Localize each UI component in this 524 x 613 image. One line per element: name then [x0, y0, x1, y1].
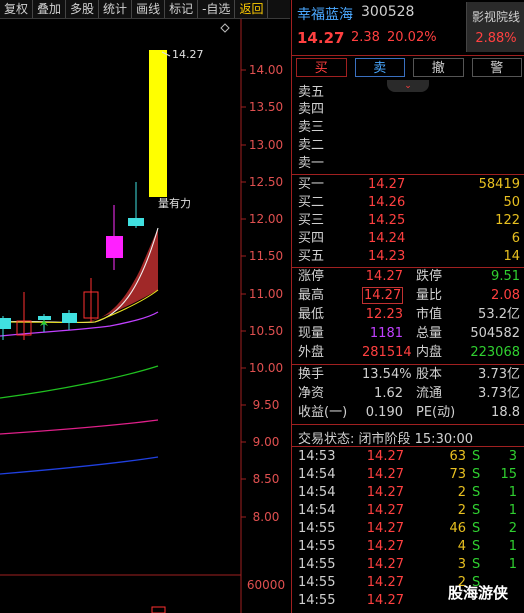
bid-row[interactable]: 买五 14.23 14 [292, 248, 524, 265]
volume-note-label: 量有力 [158, 197, 191, 210]
price-axis-label: 9.00 [252, 435, 280, 449]
ask-row: 卖四 [298, 102, 325, 117]
price-axis-label: 12.00 [248, 212, 284, 226]
price-axis-label: 12.50 [248, 175, 284, 189]
ma-line-green [0, 365, 159, 399]
trade-buttons: 买 卖 撤 警 [296, 58, 522, 78]
high-price-label: 14.27 [172, 48, 204, 61]
bid-row[interactable]: 买二 14.26 50 [292, 194, 524, 211]
tick-row: 14:55 14.27 3 S 1 [298, 557, 517, 572]
price-axis-label: 11.50 [248, 249, 284, 263]
ma-line-blue [0, 456, 159, 475]
high-price-box: 14.27 [362, 287, 404, 304]
divider [292, 174, 524, 175]
alert-button[interactable]: 警 [471, 58, 522, 77]
bid-row[interactable]: 买四 14.24 6 [292, 230, 524, 247]
price-axis-label: 10.00 [248, 361, 284, 375]
kline-chart[interactable]: 复权 叠加 多股 统计 画线 标记 -自选 返回 14.27 量有力 14.00… [0, 0, 290, 613]
chart-marker-icon [220, 23, 230, 33]
quote-header: 幸福蓝海 300528 14.27 2.38 20.02% 影视院线 2.88% [292, 0, 524, 56]
stats-row: 现量 1181 总量 504582 [298, 326, 520, 341]
sector-box[interactable]: 影视院线 2.88% [466, 2, 524, 52]
price-axis-label: 13.50 [248, 100, 284, 114]
divider [292, 55, 524, 56]
ask-row: 卖三 [298, 120, 325, 135]
watermark-text: 股海游侠 [448, 584, 509, 602]
stock-code: 300528 [361, 4, 415, 20]
price-axis-label: 11.00 [248, 287, 284, 301]
tick-row: 14:54 14.27 2 S 1 [298, 485, 517, 500]
price-axis-label: 13.00 [248, 138, 284, 152]
sector-change-percent: 2.88% [475, 31, 517, 46]
quote-panel: 幸福蓝海 300528 14.27 2.38 20.02% 影视院线 2.88%… [291, 0, 524, 613]
stock-name[interactable]: 幸福蓝海 [297, 4, 353, 24]
divider [292, 446, 524, 447]
cancel-order-button[interactable]: 撤 [413, 58, 464, 77]
ask-row: 卖一 [298, 156, 325, 171]
price-axis-label: 8.50 [252, 472, 280, 486]
tick-row: 14:55 14.27 46 S 2 [298, 521, 517, 536]
stats-row: 外盘 281514 内盘 223068 [298, 345, 520, 360]
stats-row: 收益(一) 0.190 PE(动) 18.8 [298, 405, 520, 420]
stats-row: 最低 12.23 市值 53.2亿 [298, 307, 520, 322]
stats-row: 涨停 14.27 跌停 9.51 [298, 269, 520, 284]
stats-row: 换手 13.54% 股本 3.73亿 [298, 367, 520, 382]
ma-line-pink [0, 419, 159, 435]
divider [292, 424, 524, 425]
tick-row: 14:54 14.27 2 S 1 [298, 503, 517, 518]
ask-row: 卖二 [298, 138, 325, 153]
bid-row[interactable]: 买一 14.27 58419 [292, 176, 524, 193]
price-axis-label: 8.00 [252, 510, 280, 524]
stats-row: 净资 1.62 流通 3.73亿 [298, 386, 520, 401]
stats-row: 最高 14.27 量比 2.08 [298, 287, 520, 304]
tick-row: 14:53 14.27 63 S 3 [298, 449, 517, 464]
sell-button[interactable]: 卖 [354, 58, 405, 77]
price-axis-label: 14.00 [248, 63, 284, 77]
sector-name: 影视院线 [471, 10, 520, 24]
divider [292, 364, 524, 365]
tick-row: 14:54 14.27 73 S 15 [298, 467, 517, 482]
price-change: 2.38 [351, 30, 380, 45]
ask-row: 卖五 [298, 85, 325, 100]
tick-row: 14:55 14.27 4 S 1 [298, 539, 517, 554]
current-price: 14.27 [297, 29, 345, 47]
buy-button[interactable]: 买 [296, 58, 347, 77]
trade-status: 交易状态: 闭市阶段 15:30:00 [298, 432, 474, 447]
price-axis-label: 10.50 [248, 324, 284, 338]
price-axis-label: 9.50 [252, 398, 280, 412]
volume-axis-label: 60000 [246, 578, 286, 592]
bid-row[interactable]: 买三 14.25 122 [292, 212, 524, 229]
price-change-percent: 20.02% [387, 30, 437, 45]
